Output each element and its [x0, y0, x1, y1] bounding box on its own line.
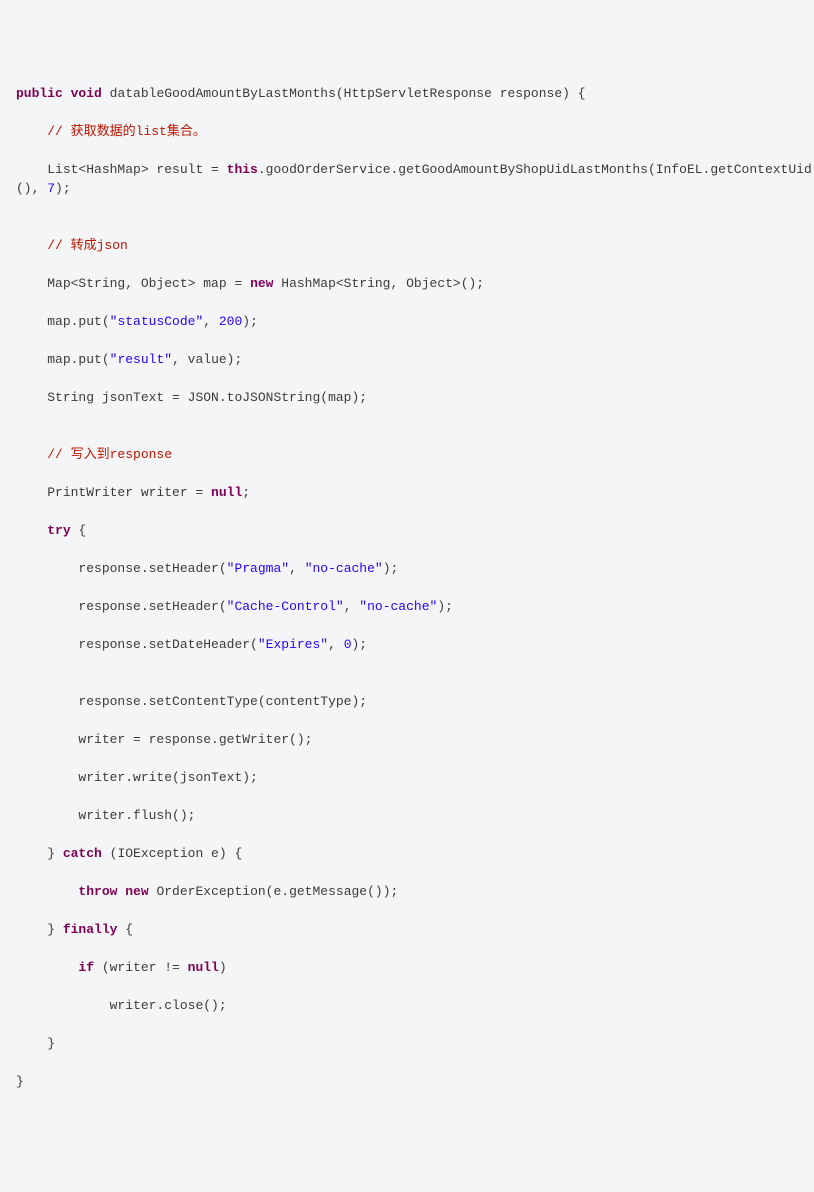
- code-line: writer.close();: [16, 996, 814, 1015]
- text: map.put(: [16, 314, 110, 329]
- keyword-finally: finally: [63, 922, 118, 937]
- text: PrintWriter writer =: [16, 485, 211, 500]
- code-line: writer = response.getWriter();: [16, 730, 814, 749]
- text: writer.flush();: [16, 808, 195, 823]
- text: writer.write(jsonText);: [16, 770, 258, 785]
- code-line: }: [16, 1072, 814, 1091]
- text: );: [383, 561, 399, 576]
- keyword-new: new: [250, 276, 273, 291]
- code-line: if (writer != null): [16, 958, 814, 977]
- text: response.setHeader(: [16, 599, 227, 614]
- string: "Cache-Control": [227, 599, 344, 614]
- string: "no-cache": [305, 561, 383, 576]
- text: ,: [203, 314, 219, 329]
- text: );: [55, 181, 71, 196]
- code-line: List<HashMap> result = this.goodOrderSer…: [16, 160, 814, 198]
- text: writer.close();: [16, 998, 227, 1013]
- code-line: writer.write(jsonText);: [16, 768, 814, 787]
- text: writer = response.getWriter();: [16, 732, 312, 747]
- comment: // 转成json: [16, 238, 128, 253]
- string: "no-cache": [359, 599, 437, 614]
- code-line: PrintWriter writer = null;: [16, 483, 814, 502]
- text: map.put(: [16, 352, 110, 367]
- string: "statusCode": [110, 314, 204, 329]
- code-line: } finally {: [16, 920, 814, 939]
- text: );: [352, 637, 368, 652]
- number: 200: [219, 314, 242, 329]
- text: Map<String, Object> map =: [16, 276, 250, 291]
- text: response.setDateHeader(: [16, 637, 258, 652]
- text: }: [16, 922, 63, 937]
- code-line: Map<String, Object> map = new HashMap<St…: [16, 274, 814, 293]
- text: );: [437, 599, 453, 614]
- keyword-public: public: [16, 86, 63, 101]
- comment: // 获取数据的list集合。: [16, 124, 206, 139]
- string: "result": [110, 352, 172, 367]
- text: [16, 884, 78, 899]
- text: ,: [344, 599, 360, 614]
- code-line: // 写入到response: [16, 445, 814, 464]
- keyword-try: try: [47, 523, 70, 538]
- text: [117, 884, 125, 899]
- code-line: response.setDateHeader("Expires", 0);: [16, 635, 814, 654]
- text: List<HashMap> result =: [16, 162, 227, 177]
- code-line: map.put("statusCode", 200);: [16, 312, 814, 331]
- text: ): [219, 960, 227, 975]
- keyword-null: null: [188, 960, 219, 975]
- text: {: [71, 523, 87, 538]
- text: response.setHeader(: [16, 561, 227, 576]
- code-line: response.setHeader("Cache-Control", "no-…: [16, 597, 814, 616]
- text: OrderException(e.getMessage());: [149, 884, 399, 899]
- comment: // 写入到response: [16, 447, 172, 462]
- code-line: throw new OrderException(e.getMessage())…: [16, 882, 814, 901]
- text: HashMap<String, Object>();: [273, 276, 484, 291]
- text: ;: [242, 485, 250, 500]
- keyword-void: void: [71, 86, 102, 101]
- keyword-new: new: [125, 884, 148, 899]
- code-line: public void datableGoodAmountByLastMonth…: [16, 84, 814, 103]
- keyword-if: if: [78, 960, 94, 975]
- text: );: [242, 314, 258, 329]
- keyword-throw: throw: [78, 884, 117, 899]
- code-line: writer.flush();: [16, 806, 814, 825]
- text: }: [16, 1074, 24, 1089]
- text: datableGoodAmountByLastMonths(HttpServle…: [102, 86, 586, 101]
- text: [16, 960, 78, 975]
- code-line: String jsonText = JSON.toJSONString(map)…: [16, 388, 814, 407]
- text: (IOException e) {: [102, 846, 242, 861]
- text: [63, 86, 71, 101]
- code-line: response.setContentType(contentType);: [16, 692, 814, 711]
- string: "Pragma": [227, 561, 289, 576]
- code-line: // 转成json: [16, 236, 814, 255]
- text: {: [117, 922, 133, 937]
- code-line: // 获取数据的list集合。: [16, 122, 814, 141]
- text: [16, 523, 47, 538]
- text: (writer !=: [94, 960, 188, 975]
- text: }: [16, 846, 63, 861]
- text: String jsonText = JSON.toJSONString(map)…: [16, 390, 367, 405]
- code-line: response.setHeader("Pragma", "no-cache")…: [16, 559, 814, 578]
- keyword-null: null: [211, 485, 242, 500]
- string: "Expires": [258, 637, 328, 652]
- code-line: map.put("result", value);: [16, 350, 814, 369]
- keyword-this: this: [227, 162, 258, 177]
- text: , value);: [172, 352, 242, 367]
- text: ,: [289, 561, 305, 576]
- text: ,: [328, 637, 344, 652]
- code-line: } catch (IOException e) {: [16, 844, 814, 863]
- text: response.setContentType(contentType);: [16, 694, 367, 709]
- number: 0: [344, 637, 352, 652]
- code-line: try {: [16, 521, 814, 540]
- keyword-catch: catch: [63, 846, 102, 861]
- code-line: }: [16, 1034, 814, 1053]
- number: 7: [47, 181, 55, 196]
- text: }: [16, 1036, 55, 1051]
